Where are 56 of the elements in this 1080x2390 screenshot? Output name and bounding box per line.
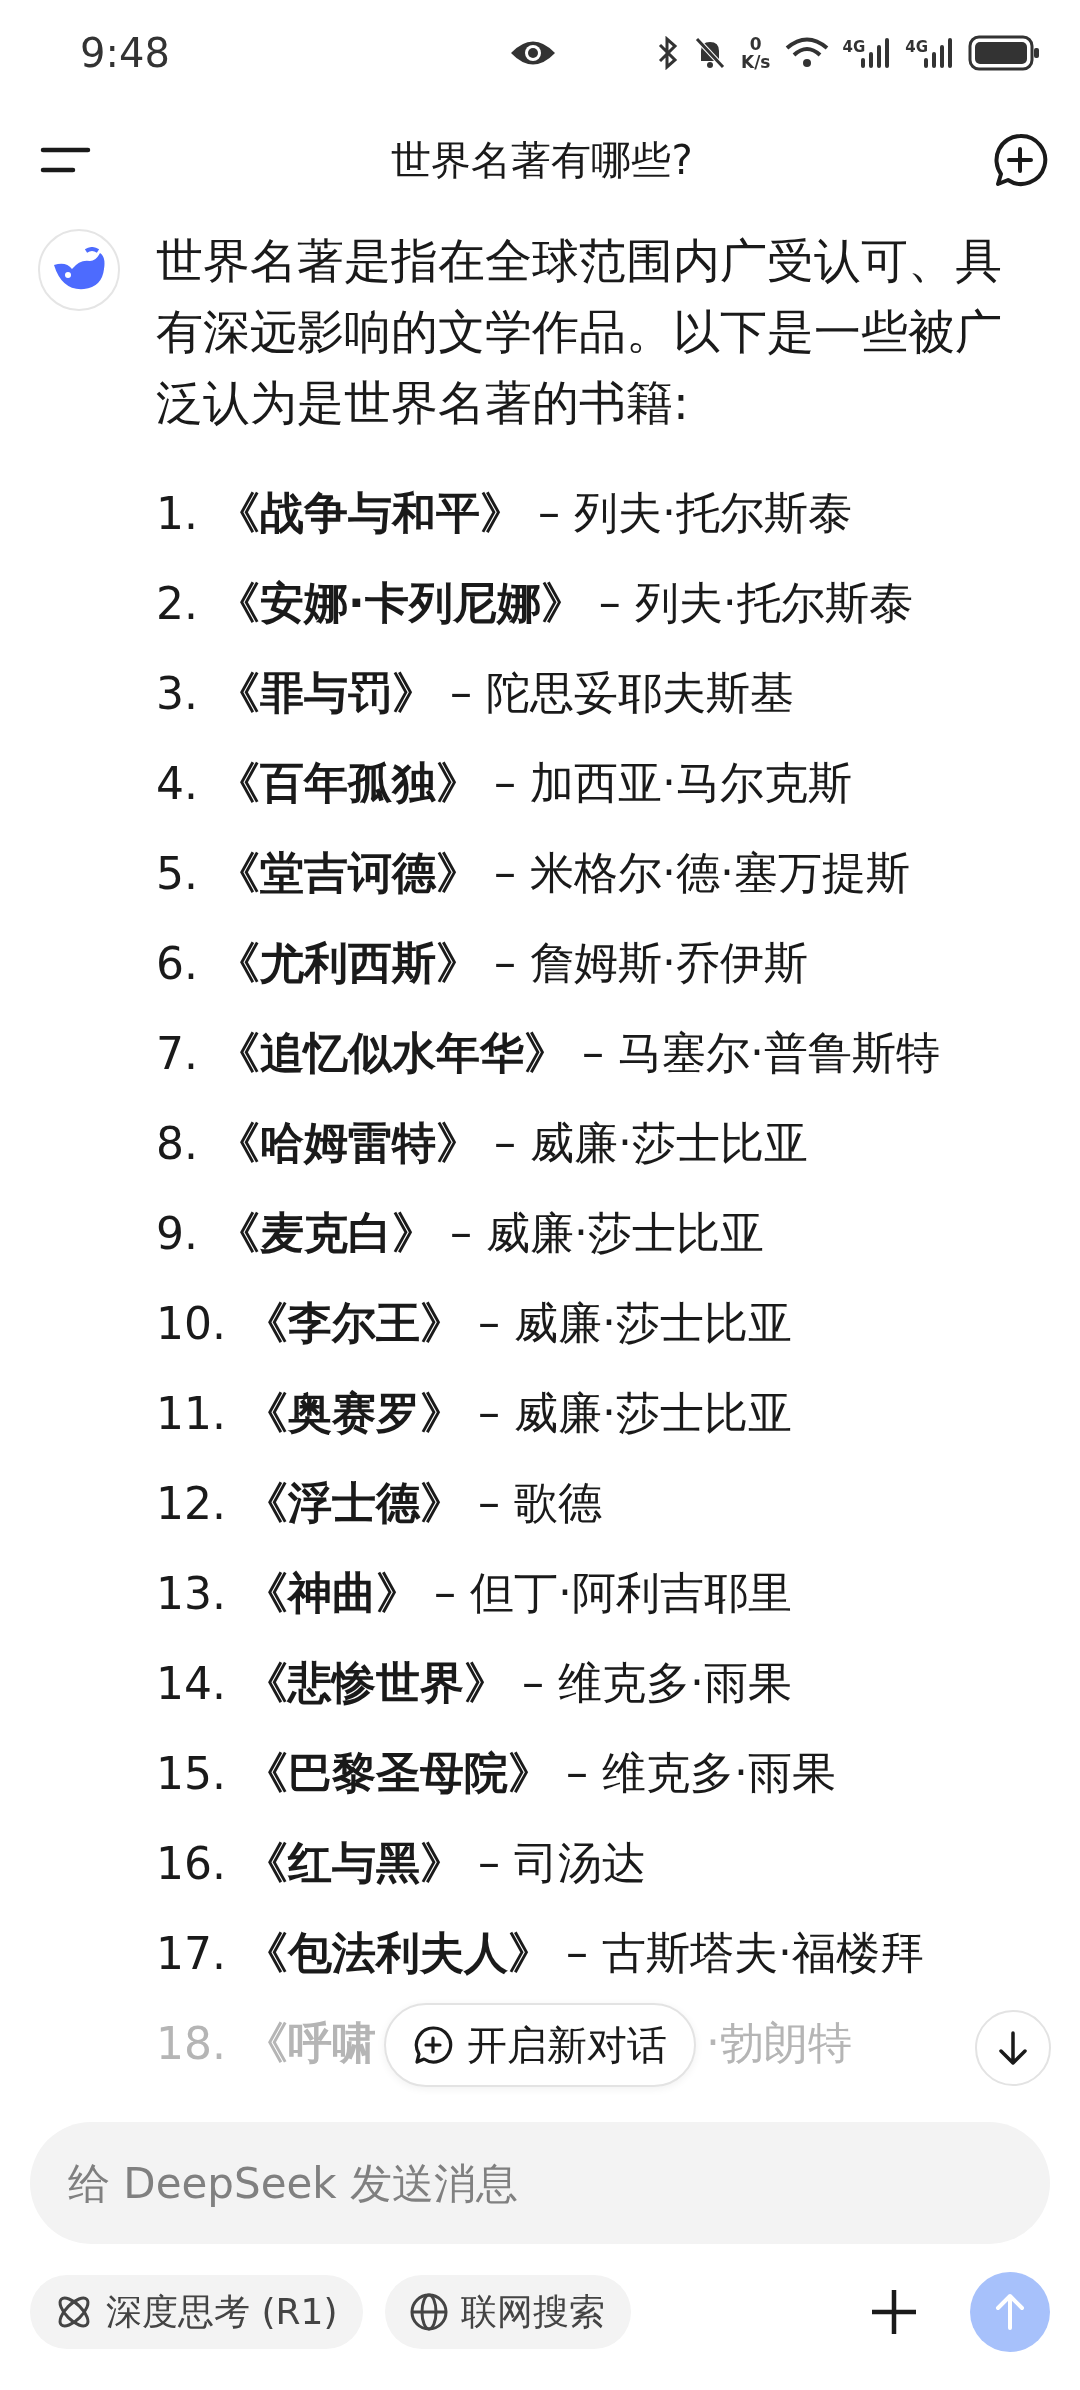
message-text: 世界名著是指在全球范围内广受认可、具有深远影响的文学作品。以下是一些被广泛认为是世界名著的书籍: — [156, 232, 1003, 432]
list-number: 8. — [156, 1117, 198, 1169]
book-entry: 《百年孤独》 – 加西亚·马尔克斯 — [216, 755, 852, 810]
book-entry: 《麦克白》 – 威廉·莎士比亚 — [216, 1205, 764, 1260]
book-entry: 《战争与和平》 – 列夫·托尔斯泰 — [216, 485, 852, 540]
book-entry: 《红与黑》 – 司汤达 — [244, 1835, 646, 1890]
list-number: 1. — [156, 487, 198, 539]
book-entry: 《包法利夫人》 – 古斯塔夫·福楼拜 — [244, 1925, 924, 1980]
list-number: 12. — [156, 1477, 226, 1529]
new-chat-button[interactable]: 开启新对话 — [384, 2003, 696, 2087]
toggle-chip[interactable]: 深度思考 (R1) — [30, 2275, 364, 2349]
speed-unit: K/s — [741, 52, 771, 71]
list-number: 5. — [156, 847, 198, 899]
new-chat-icon — [413, 2025, 453, 2065]
list-number: 16. — [156, 1837, 226, 1889]
book-entry: 《呼啸 — [244, 2015, 376, 2070]
list-number: 9. — [156, 1207, 198, 1259]
bluetooth-icon — [657, 35, 679, 70]
menu-icon[interactable] — [40, 145, 92, 175]
book-entry: 《罪与罚》 – 陀思妥耶夫斯基 — [216, 665, 794, 720]
book-entry: 《尤利西斯》 – 詹姆斯·乔伊斯 — [216, 935, 808, 990]
list-number: 2. — [156, 577, 198, 629]
list-number: 3. — [156, 667, 198, 719]
chat-title: 世界名著有哪些? — [391, 135, 693, 185]
new-chat-icon[interactable] — [992, 132, 1048, 188]
network-type: 4G — [842, 37, 866, 56]
list-number: 17. — [156, 1927, 226, 1979]
network-type: 4G — [905, 37, 928, 56]
book-entry: 《堂吉诃德》 – 米格尔·德·塞万提斯 — [216, 845, 910, 900]
list-number: 11. — [156, 1387, 226, 1439]
book-entry: 《浮士德》 – 歌德 — [244, 1475, 602, 1530]
book-entry: 《追忆似水年华》 – 马塞尔·普鲁斯特 — [216, 1025, 940, 1080]
list-number: 18. — [156, 2017, 226, 2069]
message-input[interactable]: 给 DeepSeek 发送消息 — [30, 2122, 1050, 2244]
book-entry: 《李尔王》 – 威廉·莎士比亚 — [244, 1295, 792, 1350]
speed-value: 0 — [749, 34, 762, 53]
clock: 9:48 — [80, 29, 171, 76]
muted-bell-icon — [693, 35, 727, 70]
book-entry: 《神曲》 – 但丁·阿利吉耶里 — [244, 1565, 792, 1620]
globe-icon — [409, 2292, 450, 2332]
list-number: 13. — [156, 1567, 226, 1619]
list-number: 14. — [156, 1657, 226, 1709]
battery-icon — [968, 34, 1040, 71]
list-number: 7. — [156, 1027, 198, 1079]
book-entry: 《安娜·卡列尼娜》 – 列夫·托尔斯泰 — [216, 575, 913, 630]
book-entry: 《哈姆雷特》 – 威廉·莎士比亚 — [216, 1115, 808, 1170]
list-number: 6. — [156, 937, 198, 989]
toggle-chip[interactable]: 联网搜索 — [385, 2275, 632, 2349]
book-entry: 《奥赛罗》 – 威廉·莎士比亚 — [244, 1385, 792, 1440]
list-number: 15. — [156, 1747, 226, 1799]
list-number: 4. — [156, 757, 198, 809]
book-entry: ·勃朗特 — [706, 2015, 852, 2070]
book-entry: 《悲惨世界》 – 维克多·雨果 — [244, 1655, 792, 1710]
book-entry: 《巴黎圣母院》 – 维克多·雨果 — [244, 1745, 836, 1800]
wifi-icon — [784, 36, 829, 69]
list-number: 10. — [156, 1297, 226, 1349]
